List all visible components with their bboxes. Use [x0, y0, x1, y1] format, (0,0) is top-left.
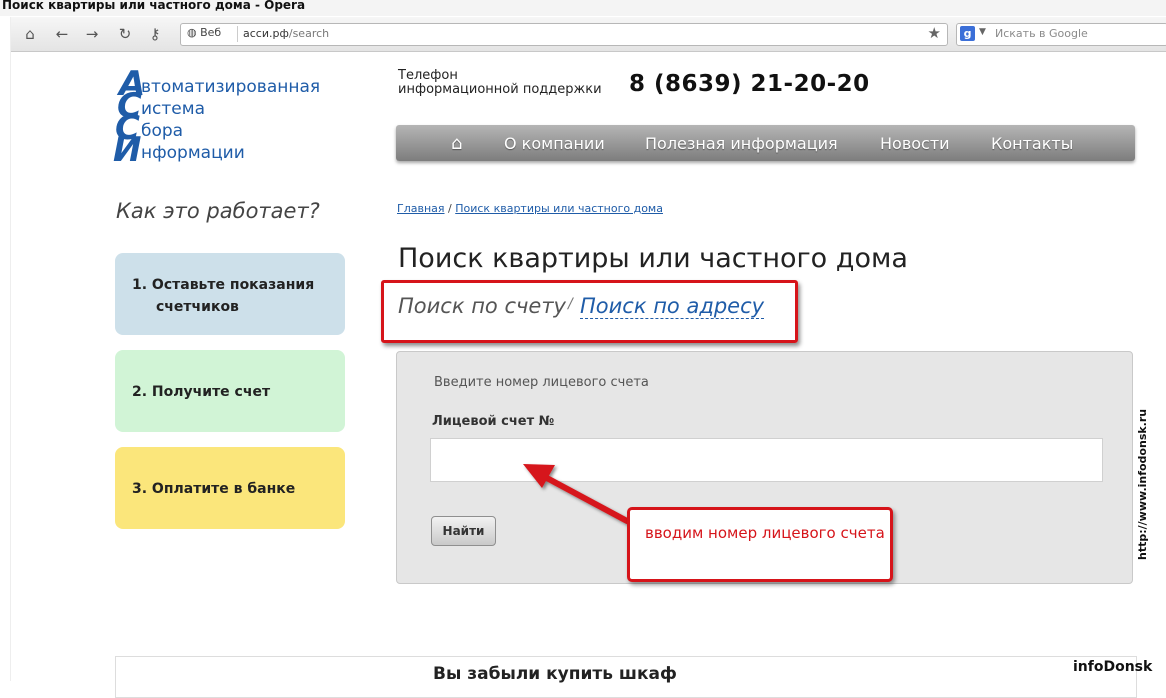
- key-icon[interactable]: ⚷: [145, 24, 165, 44]
- promo-heading: Вы забыли купить шкаф: [433, 664, 677, 684]
- breadcrumb: Главная / Поиск квартиры или частного до…: [397, 202, 663, 215]
- globe-icon: ◍ Веб: [187, 26, 222, 39]
- window-titlebar: Поиск квартиры или частного дома - Opera: [0, 0, 1166, 16]
- logo-word: втоматизированная: [141, 77, 321, 97]
- phone-label: Телефон информационной поддержки: [398, 69, 602, 97]
- url-path: /search: [288, 27, 330, 40]
- form-hint: Введите номер лицевого счета: [434, 375, 649, 390]
- window-left-edge: [0, 17, 11, 681]
- tab-search-by-address[interactable]: Поиск по адресу: [580, 294, 765, 319]
- url-text[interactable]: асси.рф/search: [243, 27, 329, 40]
- watermark-logo: infoDonsk: [1073, 659, 1153, 675]
- reload-icon[interactable]: ↻: [115, 24, 135, 44]
- menu-item-contacts[interactable]: Контакты: [991, 134, 1073, 153]
- annotation-callout: вводим номер лицевого счета: [627, 507, 893, 582]
- home-icon[interactable]: ⌂: [20, 24, 40, 44]
- search-box[interactable]: g ▼ Искать в Google: [956, 23, 1166, 46]
- phone-number: 8 (8639) 21-20-20: [629, 71, 870, 97]
- menu-item-news[interactable]: Новости: [880, 134, 950, 153]
- window-title: Поиск квартиры или частного дома - Opera: [2, 0, 306, 12]
- main-menu: ⌂ О компании Полезная информация Новости…: [396, 125, 1135, 161]
- page-title: Поиск квартиры или частного дома: [398, 243, 908, 274]
- url-host: асси.рф: [243, 27, 289, 40]
- sidebar-heading: Как это работает?: [116, 199, 320, 223]
- forward-icon[interactable]: →: [82, 24, 102, 44]
- step-card-3[interactable]: 3. Оплатите в банке: [115, 447, 345, 529]
- logo-word: истема: [141, 99, 205, 119]
- browser-toolbar: ⌂ ← → ↻ ⚷ ◍ Веб асси.рф/search ★ g ▼ Иск…: [10, 17, 1166, 52]
- home-icon[interactable]: ⌂: [451, 133, 462, 154]
- watermark-url: http://www.infodonsk.ru: [1136, 408, 1149, 560]
- address-divider: [237, 26, 238, 42]
- step-label: счетчиков: [156, 299, 239, 315]
- logo-letter: И: [113, 130, 142, 170]
- phone-label-line: Телефон: [398, 68, 458, 83]
- menu-item-about[interactable]: О компании: [504, 134, 605, 153]
- google-icon[interactable]: g: [960, 26, 975, 41]
- annotation-arrow: [523, 464, 630, 524]
- address-bar[interactable]: ◍ Веб асси.рф/search ★: [180, 23, 948, 46]
- logo-word: бора: [141, 121, 184, 141]
- chevron-down-icon[interactable]: ▼: [979, 27, 986, 37]
- find-button[interactable]: Найти: [431, 516, 496, 546]
- step-label: 3. Оплатите в банке: [132, 481, 296, 497]
- step-card-1[interactable]: 1. Оставьте показания счетчиков: [115, 253, 345, 335]
- star-icon[interactable]: ★: [928, 24, 941, 42]
- tab-separator: /: [568, 296, 573, 312]
- phone-label-line: информационной поддержки: [398, 82, 602, 97]
- menu-item-useful-info[interactable]: Полезная информация: [645, 134, 838, 153]
- account-number-label: Лицевой счет №: [432, 414, 555, 429]
- step-label: 2. Получите счет: [132, 384, 271, 400]
- breadcrumb-home[interactable]: Главная: [397, 202, 445, 215]
- site-label: Веб: [200, 26, 222, 39]
- step-label: 1. Оставьте показания: [132, 277, 315, 293]
- logo-word: нформации: [141, 143, 245, 163]
- site-logo[interactable]: А втоматизированная С истема С бора И нф…: [113, 67, 343, 170]
- annotation-text: вводим номер лицевого счета: [645, 524, 885, 542]
- breadcrumb-separator: /: [448, 202, 452, 215]
- step-card-2[interactable]: 2. Получите счет: [115, 350, 345, 432]
- tab-search-by-account[interactable]: Поиск по счету: [398, 294, 566, 318]
- breadcrumb-current[interactable]: Поиск квартиры или частного дома: [455, 202, 663, 215]
- back-icon[interactable]: ←: [52, 24, 72, 44]
- search-placeholder: Искать в Google: [995, 27, 1088, 40]
